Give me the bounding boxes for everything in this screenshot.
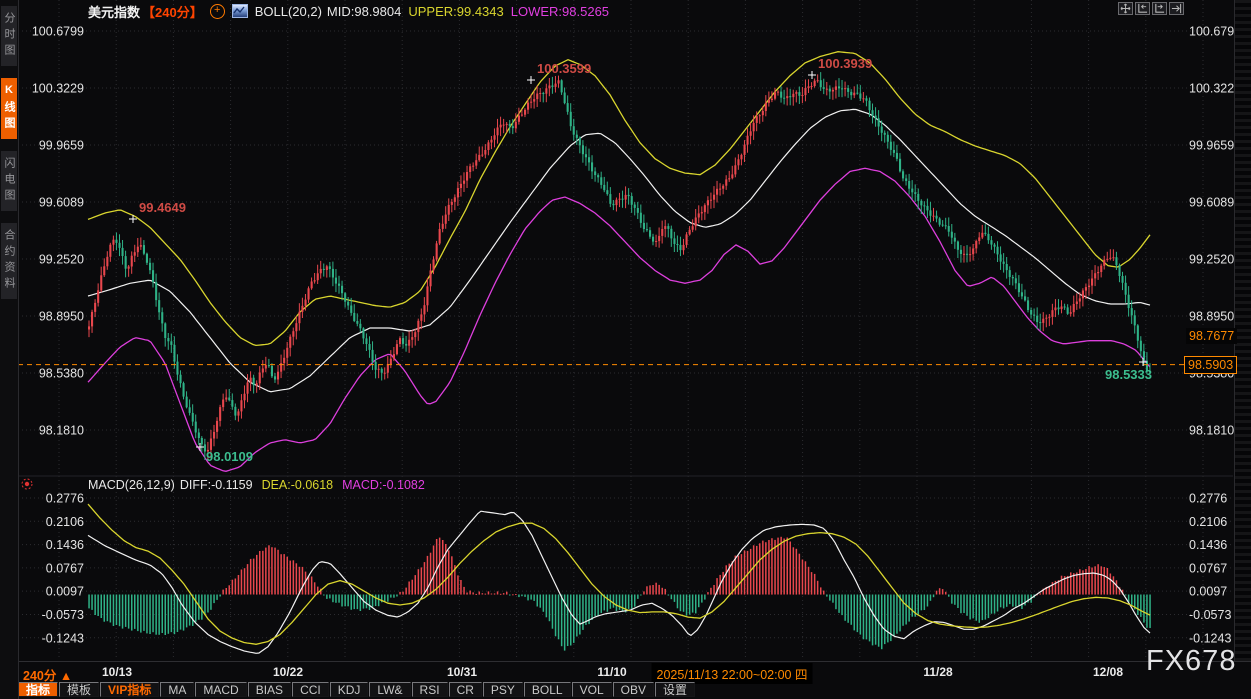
y-axis-label-right: 98.8950 [1189,309,1234,323]
current-price-tag: 98.5903 [1184,356,1237,374]
y-axis-label-left: 99.6089 [39,196,84,210]
price-markers: 99.4649 100.3599 100.3939 98.0109 98.5333 [129,56,1152,464]
macd-diff-value: DIFF:-0.1159 [180,478,253,493]
toolbar-button-设置[interactable]: 设置 [655,682,695,697]
macd-axis-label-right: 0.0097 [1189,585,1227,599]
toolbar-button-LW&[interactable]: LW& [369,682,410,697]
macd-axis-label-right: 0.0767 [1189,561,1227,575]
add-indicator-icon[interactable]: + [210,4,225,19]
toolbar-button-KDJ[interactable]: KDJ [330,682,369,697]
boll-mid-value: MID:98.9804 [327,4,401,19]
symbol-name: 美元指数 [88,2,140,21]
extreme-price-label: 100.3939 [818,56,872,71]
toolbar-button-CCI[interactable]: CCI [292,682,329,697]
axis-labels: 100.6799100.6799100.3229100.322999.96599… [32,25,1241,646]
y-axis-label-left: 100.6799 [32,25,84,39]
boll-lower-line [88,168,1150,471]
toolbar-button-指标[interactable]: 指标 [18,682,58,697]
boll-lower-value: LOWER:98.5265 [511,4,609,19]
macd-histogram [88,537,1151,651]
date-label: 10/13 [102,665,132,679]
watermark: FX678 [1146,645,1236,678]
boll-mid-line [88,109,1150,391]
y-axis-label-left: 100.3229 [32,82,84,96]
macd-axis-label-right: 0.2106 [1189,515,1227,529]
macd-axis-label-left: 0.1436 [46,538,84,552]
toolbar-button-RSI[interactable]: RSI [412,682,448,697]
date-label: 11/10 [597,665,626,679]
macd-params: MACD(26,12,9) [88,478,175,493]
date-label: 12/08 [1093,665,1123,679]
toolbar-button-VIP指标[interactable]: VIP指标 [100,682,159,697]
toolbar-button-BIAS[interactable]: BIAS [248,682,291,697]
toolbar-button-MA[interactable]: MA [160,682,194,697]
y-axis-label-left: 98.8950 [39,309,84,323]
bid-price-tag: 98.7677 [1186,328,1237,344]
toolbar-button-OBV[interactable]: OBV [613,682,654,697]
trading-terminal: 100.6799100.6799100.3229100.322999.96599… [0,0,1251,699]
chart-header: 美元指数 【240分】 + BOLL(20,2) MID:98.9804 UPP… [88,3,609,19]
boll-upper-value: UPPER:99.4343 [408,4,503,19]
chart-nav-buttons [1118,2,1184,15]
y-axis-label-left: 98.1810 [39,423,84,437]
macd-axis-label-left: 0.0097 [46,585,84,599]
candles [88,72,1151,460]
extreme-cross-icon [527,76,535,84]
extreme-price-label: 99.4649 [139,200,186,215]
macd-macd-value: MACD:-0.1082 [342,478,425,493]
y-axis-label-left: 99.9659 [39,139,84,153]
date-label: 10/31 [447,665,477,679]
date-label: 10/22 [273,665,303,679]
chart-canvas[interactable]: 100.6799100.6799100.3229100.322999.96599… [0,0,1251,660]
indicator-pane-icon[interactable] [20,477,34,491]
sidebar-item-1[interactable]: 分时图 [1,6,17,66]
toolbar-button-BOLL[interactable]: BOLL [524,682,571,697]
macd-axis-label-right: 0.1436 [1189,538,1227,552]
macd-axis-label-right: 0.2776 [1189,492,1227,506]
macd-header: MACD(26,12,9) DIFF:-0.1159 DEA:-0.0618 MACD… [88,478,425,493]
scale-right-icon[interactable] [1152,2,1167,15]
y-axis-label-left: 98.5380 [39,366,84,380]
scale-left-icon[interactable] [1135,2,1150,15]
toolbar-button-CR[interactable]: CR [449,682,482,697]
macd-axis-label-right: -0.0573 [1189,608,1231,622]
macd-axis-label-left: -0.1243 [42,631,84,645]
macd-axis-label-left: -0.0573 [42,608,84,622]
macd-axis-label-left: 0.2106 [46,515,84,529]
toolbar-button-MACD[interactable]: MACD [195,682,246,697]
red-target-icon [20,477,34,491]
toolbar-button-模板[interactable]: 模板 [59,682,99,697]
y-axis-label-right: 99.9659 [1189,139,1234,153]
macd-dea-value: DEA:-0.0618 [262,478,334,493]
toolbar-button-VOL[interactable]: VOL [572,682,612,697]
time-axis: 240分 ▲ 10/1310/2210/3111/1011/2812/08 20… [0,661,1251,683]
chart-type-icon[interactable] [232,4,248,18]
boll-indicator-label: BOLL(20,2) [255,4,322,19]
y-axis-label-right: 99.2520 [1189,252,1234,266]
period-label[interactable]: 【240分】 [142,2,203,21]
left-sidebar: 分时图 K线图闪电图合约资料 [0,0,19,699]
toolbar-button-PSY[interactable]: PSY [483,682,523,697]
pan-icon[interactable] [1118,2,1133,15]
sidebar-item-4[interactable]: 合约资料 [1,223,17,299]
indicator-toolbar: 指标模板VIP指标MAMACDBIASCCIKDJLW&RSICRPSYBOLL… [18,682,696,699]
extreme-price-label: 98.5333 [1105,367,1152,382]
y-axis-label-left: 99.2520 [39,252,84,266]
y-axis-label-right: 99.6089 [1189,196,1234,210]
sidebar-item-3[interactable]: 闪电图 [1,151,17,211]
date-label: 11/28 [923,665,952,679]
macd-axis-label-left: 0.0767 [46,561,84,575]
sidebar-item-2[interactable]: K线图 [1,78,17,139]
extreme-price-label: 100.3599 [537,61,591,76]
extreme-price-label: 98.0109 [206,449,253,464]
macd-axis-label-left: 0.2776 [46,492,84,506]
extreme-cross-icon [808,71,816,79]
macd-axis-label-right: -0.1243 [1189,631,1231,645]
goto-latest-icon[interactable] [1169,2,1184,15]
y-axis-label-right: 98.1810 [1189,423,1234,437]
grid [18,0,1233,660]
